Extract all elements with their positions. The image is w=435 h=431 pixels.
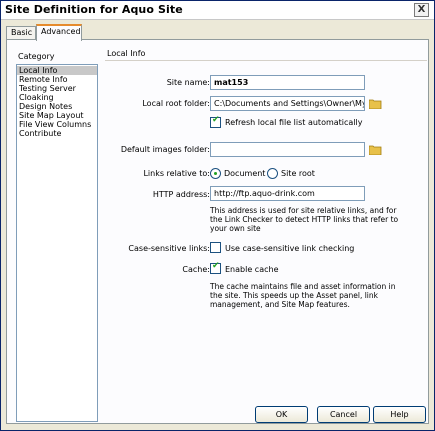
category-label: Category: [18, 52, 55, 61]
local-root-folder-input[interactable]: C:\Documents and Settings\Owner\My Do: [210, 96, 365, 111]
category-item-design-notes[interactable]: Design Notes: [17, 102, 97, 111]
cache-option: Enable cache: [225, 265, 279, 274]
default-images-folder-icon[interactable]: [369, 145, 382, 155]
category-item-cloaking[interactable]: Cloaking: [17, 93, 97, 102]
links-document-label: Document: [224, 169, 266, 178]
refresh-checkbox[interactable]: [210, 115, 221, 128]
category-item-contribute[interactable]: Contribute: [17, 129, 97, 138]
close-button[interactable]: X: [414, 3, 429, 17]
case-sensitive-label: Case-sensitive links:: [128, 244, 210, 253]
site-definition-dialog: Site Definition for Aquo Site X Basic Ad…: [0, 0, 435, 431]
links-document-radio[interactable]: [210, 168, 221, 179]
help-button[interactable]: Help: [373, 406, 426, 423]
default-images-folder-input[interactable]: [210, 142, 365, 157]
http-address-label: HTTP address:: [152, 190, 210, 199]
section-title: Local Info: [107, 49, 146, 58]
http-address-input[interactable]: http://ftp.aquo-drink.com: [210, 186, 365, 201]
cache-label: Cache:: [182, 265, 210, 274]
links-site-root-label: Site root: [281, 169, 315, 178]
category-list[interactable]: Local Info Remote Info Testing Server Cl…: [16, 64, 98, 422]
category-item-local-info[interactable]: Local Info: [17, 66, 97, 75]
default-images-folder-label: Default images folder:: [120, 145, 210, 154]
links-relative-label: Links relative to:: [143, 169, 210, 178]
links-site-root-radio[interactable]: [267, 168, 278, 179]
ok-button[interactable]: OK: [255, 406, 308, 423]
title-bar: Site Definition for Aquo Site X: [1, 1, 434, 20]
site-name-input[interactable]: mat153: [210, 75, 365, 90]
tab-basic[interactable]: Basic: [6, 26, 36, 40]
refresh-label: Refresh local file list automatically: [225, 118, 363, 127]
cache-checkbox[interactable]: [210, 261, 221, 274]
site-name-label: Site name:: [166, 78, 210, 87]
tab-advanced[interactable]: Advanced: [36, 24, 82, 41]
window-title: Site Definition for Aquo Site: [5, 3, 183, 16]
local-root-folder-icon[interactable]: [369, 99, 382, 109]
http-address-note: This address is used for site relative l…: [210, 206, 399, 233]
case-sensitive-option: Use case-sensitive link checking: [225, 244, 355, 253]
category-item-site-map-layout[interactable]: Site Map Layout: [17, 111, 97, 120]
cancel-button[interactable]: Cancel: [317, 406, 370, 423]
category-item-remote-info[interactable]: Remote Info: [17, 75, 97, 84]
category-item-testing-server[interactable]: Testing Server: [17, 84, 97, 93]
cache-note: The cache maintains file and asset infor…: [210, 282, 396, 309]
local-root-folder-label: Local root folder:: [142, 99, 210, 108]
tab-strip: Basic Advanced: [6, 24, 426, 41]
section-divider: [105, 60, 427, 61]
category-item-file-view-columns[interactable]: File View Columns: [17, 120, 97, 129]
advanced-panel: Category Local Info Remote Info Testing …: [6, 39, 429, 424]
case-sensitive-checkbox[interactable]: [210, 242, 221, 253]
